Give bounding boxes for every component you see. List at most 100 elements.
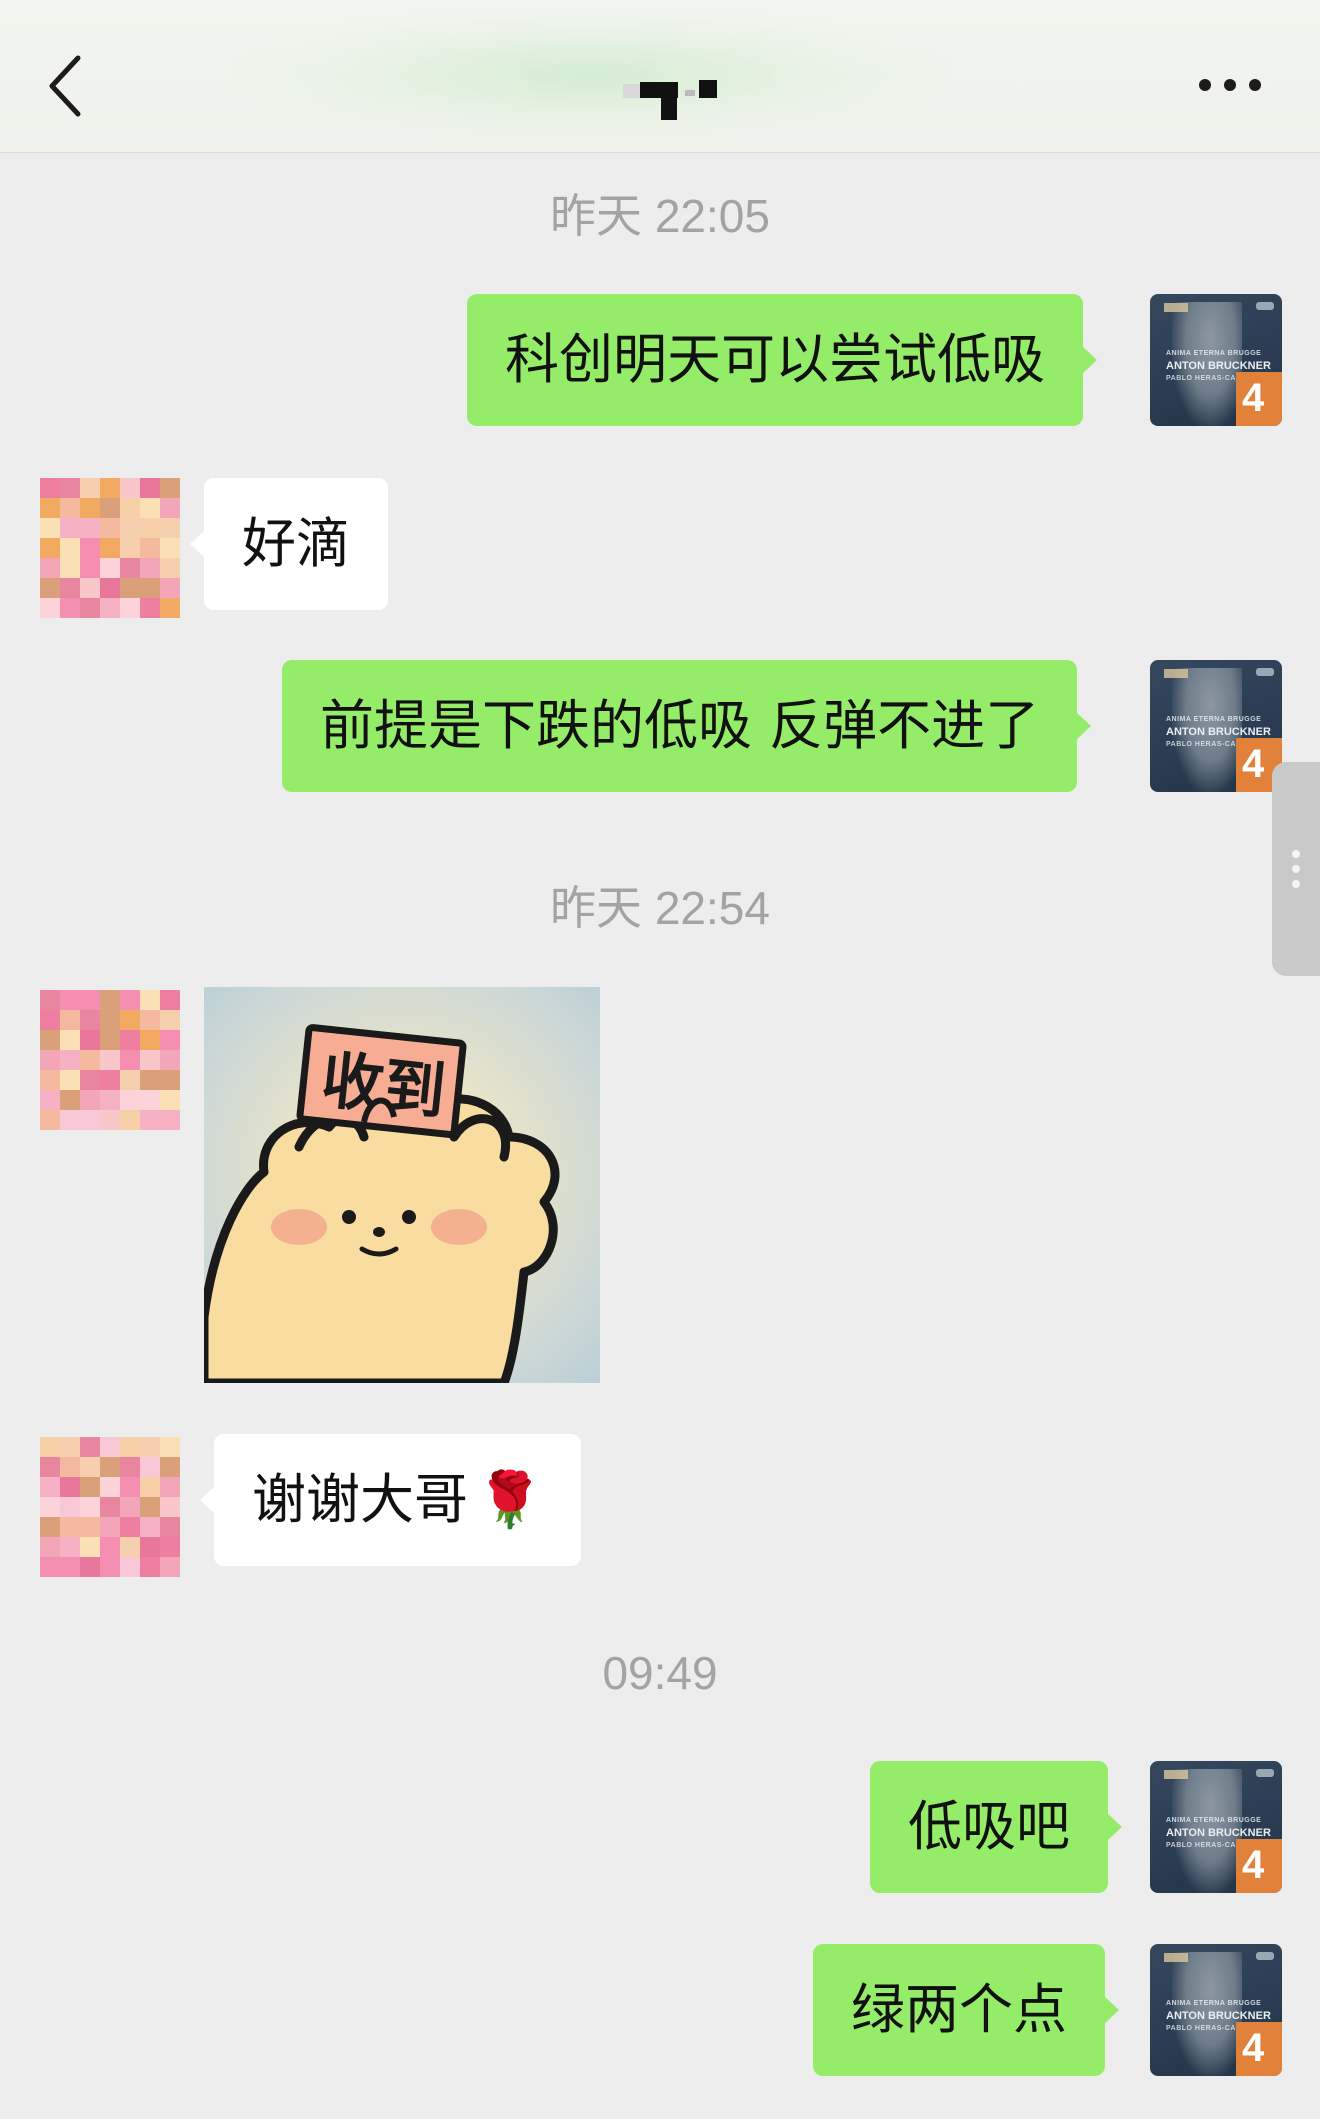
avatar-mosaic-cell — [140, 990, 160, 1010]
avatar-text-line1: ANIMA ETERNA BRUGGE — [1166, 2000, 1262, 2007]
message-bubble-sent[interactable]: 低吸吧 — [870, 1761, 1122, 1893]
avatar-mosaic-cell — [120, 598, 140, 618]
avatar-mosaic-cell — [160, 1557, 180, 1577]
avatar-mosaic-cell — [40, 518, 60, 538]
chat-title-redacted — [615, 74, 725, 124]
my-avatar[interactable]: ANIMA ETERNA BRUGGE ANTON BRUCKNER PABLO… — [1150, 1761, 1282, 1893]
avatar-mosaic-cell — [80, 1457, 100, 1477]
chevron-left-icon — [49, 55, 81, 117]
avatar-mosaic-cell — [160, 1457, 180, 1477]
avatar-mosaic-cell — [60, 1110, 80, 1130]
avatar-text-line1: ANIMA ETERNA BRUGGE — [1166, 1817, 1262, 1824]
avatar-mosaic-cell — [40, 1537, 60, 1557]
avatar-mosaic-cell — [120, 1557, 140, 1577]
avatar-mosaic-cell — [140, 598, 160, 618]
avatar-mosaic-cell — [40, 990, 60, 1010]
avatar-mosaic-cell — [40, 598, 60, 618]
avatar-mosaic-cell — [100, 578, 120, 598]
avatar-mosaic-cell — [60, 1437, 80, 1457]
side-drag-handle[interactable] — [1272, 762, 1320, 976]
avatar-mosaic-cell — [60, 1090, 80, 1110]
my-avatar[interactable]: ANIMA ETERNA BRUGGE ANTON BRUCKNER PABLO… — [1150, 294, 1282, 426]
more-horizontal-icon — [1199, 79, 1211, 91]
avatar-mosaic-cell — [120, 1110, 140, 1130]
avatar-mosaic-cell — [160, 990, 180, 1010]
contact-avatar[interactable] — [40, 990, 180, 1130]
avatar-mosaic-cell — [160, 1090, 180, 1110]
bear-sticker-image: 收到 — [204, 1024, 560, 1383]
avatar-mosaic-cell — [60, 478, 80, 498]
avatar-mosaic-cell — [120, 578, 140, 598]
back-button[interactable] — [40, 50, 90, 120]
avatar-mosaic-cell — [160, 538, 180, 558]
message-bubble-received[interactable]: 谢谢大哥 🌹 — [199, 1434, 582, 1566]
avatar-mosaic-cell — [40, 1437, 60, 1457]
avatar-mosaic-cell — [100, 1010, 120, 1030]
avatar-text-line2: ANTON BRUCKNER — [1166, 2010, 1271, 2022]
avatar-mosaic-cell — [160, 1030, 180, 1050]
avatar-mosaic-cell — [120, 498, 140, 518]
avatar-mosaic-cell — [80, 1517, 100, 1537]
avatar-mosaic-cell — [120, 990, 140, 1010]
contact-avatar[interactable] — [40, 1437, 180, 1577]
contact-avatar[interactable] — [40, 478, 180, 618]
avatar-number: 4 — [1242, 1843, 1265, 1887]
avatar-mosaic-cell — [140, 558, 160, 578]
avatar-mosaic-cell — [80, 1497, 100, 1517]
my-avatar[interactable]: ANIMA ETERNA BRUGGE ANTON BRUCKNER PABLO… — [1150, 660, 1282, 792]
avatar-mosaic-cell — [100, 518, 120, 538]
avatar-mosaic-cell — [140, 1517, 160, 1537]
avatar-mosaic-cell — [40, 478, 60, 498]
avatar-label-tag — [1164, 303, 1188, 312]
message-bubble-sent[interactable]: 科创明天可以尝试低吸 — [467, 294, 1097, 426]
avatar-mosaic-cell — [80, 538, 100, 558]
avatar-logo — [1256, 302, 1274, 310]
avatar-mosaic-cell — [80, 1437, 100, 1457]
avatar-mosaic-cell — [40, 1517, 60, 1537]
avatar-mosaic-cell — [140, 518, 160, 538]
more-dot — [1249, 79, 1261, 91]
avatar-mosaic-cell — [140, 1110, 160, 1130]
message-text: 谢谢大哥 — [252, 1468, 468, 1531]
avatar-mosaic-cell — [140, 538, 160, 558]
avatar-mosaic-cell — [140, 1497, 160, 1517]
avatar-mosaic-cell — [140, 1437, 160, 1457]
message-bubble-sent[interactable]: 绿两个点 — [813, 1944, 1119, 2076]
message-timestamp: 昨天 22:05 — [550, 190, 770, 242]
message-bubble-sent[interactable]: 前提是下跌的低吸 反弹不进了 — [282, 660, 1092, 792]
avatar-mosaic-cell — [80, 1557, 100, 1577]
avatar-mosaic-cell — [40, 578, 60, 598]
avatar-mosaic-cell — [100, 1477, 120, 1497]
avatar-mosaic-cell — [80, 578, 100, 598]
avatar-mosaic-cell — [120, 1517, 140, 1537]
avatar-mosaic-cell — [140, 1030, 160, 1050]
my-avatar[interactable]: ANIMA ETERNA BRUGGE ANTON BRUCKNER PABLO… — [1150, 1944, 1282, 2076]
rose-emoji-icon: 🌹 — [476, 1468, 544, 1531]
more-dot — [1224, 79, 1236, 91]
avatar-mosaic-cell — [40, 1030, 60, 1050]
avatar-mosaic-cell — [60, 1010, 80, 1030]
avatar-number: 4 — [1242, 742, 1265, 786]
avatar-mosaic-cell — [140, 1070, 160, 1090]
more-options-button[interactable] — [1190, 70, 1270, 100]
avatar-mosaic-cell — [100, 990, 120, 1010]
avatar-number: 4 — [1242, 2026, 1265, 2070]
avatar-mosaic-cell — [80, 1030, 100, 1050]
avatar-mosaic-cell — [140, 1477, 160, 1497]
avatar-mosaic-cell — [100, 538, 120, 558]
chat-header — [0, 0, 1320, 153]
avatar-mosaic-cell — [140, 498, 160, 518]
message-bubble-received[interactable]: 好滴 — [190, 478, 388, 610]
sticker-message[interactable]: 收到 — [204, 987, 600, 1383]
avatar-mosaic-cell — [140, 1090, 160, 1110]
avatar-mosaic-cell — [80, 1537, 100, 1557]
avatar-mosaic-cell — [100, 1557, 120, 1577]
avatar-mosaic-cell — [40, 538, 60, 558]
avatar-text-line2: ANTON BRUCKNER — [1166, 360, 1271, 372]
avatar-mosaic-cell — [160, 1497, 180, 1517]
avatar-mosaic-cell — [60, 578, 80, 598]
avatar-mosaic-cell — [120, 558, 140, 578]
avatar-mosaic-cell — [60, 1497, 80, 1517]
avatar-mosaic-cell — [120, 1437, 140, 1457]
avatar-mosaic-cell — [140, 1557, 160, 1577]
